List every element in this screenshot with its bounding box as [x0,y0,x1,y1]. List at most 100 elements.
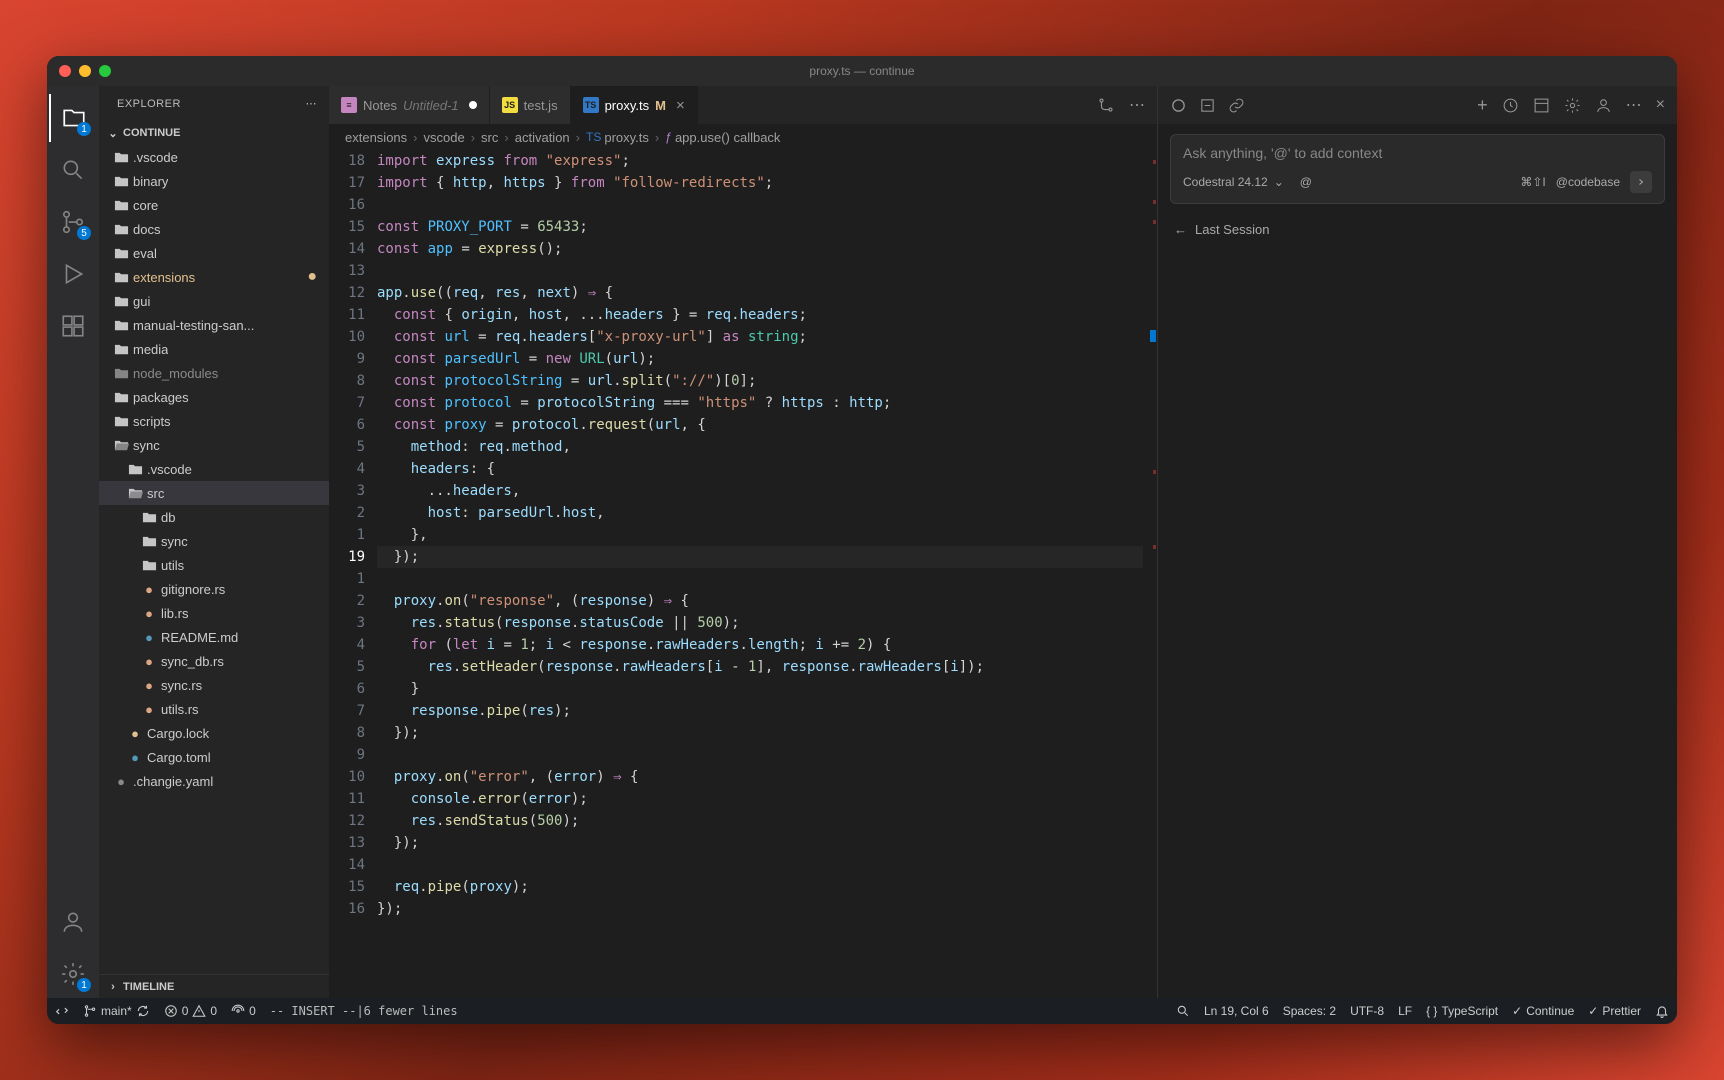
tree-item[interactable]: ●sync.rs [99,673,329,697]
tree-item[interactable]: ●lib.rs [99,601,329,625]
editor-tab[interactable]: ≡NotesUntitled-1 [329,86,490,124]
at-icon[interactable]: @ [1300,175,1312,189]
language-status[interactable]: { } TypeScript [1426,1004,1498,1018]
file-icon: ● [111,774,131,789]
settings-gear-icon[interactable]: 1 [49,950,97,998]
breadcrumb[interactable]: extensions›vscode›src›activation›TSproxy… [329,124,1157,150]
send-button[interactable] [1630,171,1652,193]
run-debug-activity-icon[interactable] [49,250,97,298]
minimize-window-button[interactable] [79,65,91,77]
panel-tab-icon[interactable] [1199,97,1216,114]
breadcrumb-segment[interactable]: vscode [424,130,465,145]
vim-mode-status: -- INSERT --|6 fewer lines [270,1004,458,1018]
editor-tab[interactable]: TSproxy.tsM× [571,86,698,124]
editor-tab[interactable]: JStest.js [490,86,571,124]
tree-item[interactable]: db [99,505,329,529]
tree-item[interactable]: gui [99,289,329,313]
tree-item[interactable]: sync [99,433,329,457]
minimap[interactable] [1143,150,1157,998]
tree-item[interactable]: docs [99,217,329,241]
tree-item[interactable]: eval [99,241,329,265]
breadcrumb-segment[interactable]: TSproxy.ts [586,130,649,145]
indentation-status[interactable]: Spaces: 2 [1283,1004,1336,1018]
tree-item[interactable]: ●sync_db.rs [99,649,329,673]
ports-status[interactable]: 0 [231,1004,256,1018]
editor[interactable]: 1817161514131211109876543211912345678910… [329,150,1157,998]
layout-icon[interactable] [1533,97,1550,114]
compare-changes-icon[interactable] [1097,96,1115,114]
breadcrumb-segment[interactable]: src [481,130,498,145]
error-icon [164,1004,178,1018]
tree-item[interactable]: src [99,481,329,505]
tree-item[interactable]: sync [99,529,329,553]
tree-item[interactable]: media [99,337,329,361]
tree-item[interactable]: utils [99,553,329,577]
tree-item[interactable]: node_modules [99,361,329,385]
git-branch-status[interactable]: main* [83,1004,150,1018]
code-content[interactable]: import express from "express";import { h… [377,150,1143,998]
maximize-window-button[interactable] [99,65,111,77]
tree-label: utils [161,558,184,573]
problems-status[interactable]: 0 0 [164,1004,217,1018]
tree-item[interactable]: packages [99,385,329,409]
chat-input[interactable]: Ask anything, '@' to add context Codestr… [1170,134,1665,204]
chevron-down-icon: ⌄ [1274,175,1284,189]
breadcrumb-segment[interactable]: ƒapp.use() callback [665,130,780,145]
eol-status[interactable]: LF [1398,1004,1412,1018]
prettier-status[interactable]: ✓ Prettier [1588,1004,1641,1018]
panel-account-icon[interactable] [1595,97,1612,114]
file-tree[interactable]: .vscodebinarycoredocsevalextensions●guim… [99,145,329,974]
status-bar: main* 0 0 0 -- INSERT --|6 fewer lines L… [47,998,1677,1024]
last-session-button[interactable]: ← Last Session [1158,214,1677,245]
close-window-button[interactable] [59,65,71,77]
folder-icon [125,462,145,477]
tree-item[interactable]: ●Cargo.lock [99,721,329,745]
warning-icon [192,1004,206,1018]
zoom-status[interactable] [1176,1004,1190,1018]
tree-label: .vscode [147,462,192,477]
sidebar-more-icon[interactable]: ⋯ [306,97,318,110]
source-control-activity-icon[interactable]: 5 [49,198,97,246]
timeline-section-header[interactable]: › TIMELINE [99,974,329,998]
cursor-position-status[interactable]: Ln 19, Col 6 [1204,1004,1269,1018]
chevron-down-icon: ⌄ [105,125,121,141]
encoding-status[interactable]: UTF-8 [1350,1004,1384,1018]
search-activity-icon[interactable] [49,146,97,194]
explorer-activity-icon[interactable]: 1 [49,94,97,142]
tree-item[interactable]: ●.changie.yaml [99,769,329,793]
tree-item[interactable]: .vscode [99,457,329,481]
history-icon[interactable] [1502,97,1519,114]
continue-status[interactable]: ✓ Continue [1512,1004,1574,1018]
panel-link-icon[interactable] [1228,97,1245,114]
panel-close-icon[interactable]: × [1656,96,1665,114]
tree-item[interactable]: ●README.md [99,625,329,649]
panel-more-icon[interactable]: ⋯ [1626,95,1642,115]
account-icon[interactable] [49,898,97,946]
tree-item[interactable]: extensions● [99,265,329,289]
tree-item[interactable]: .vscode [99,145,329,169]
panel-gear-icon[interactable] [1564,97,1581,114]
close-tab-icon[interactable]: × [676,97,685,114]
tree-item[interactable]: binary [99,169,329,193]
model-selector[interactable]: Codestral 24.12 ⌄ @ [1183,175,1312,189]
tree-item[interactable]: manual-testing-san... [99,313,329,337]
tree-item[interactable]: scripts [99,409,329,433]
file-icon: ● [139,654,159,669]
arrow-left-icon: ← [1174,222,1187,237]
extensions-activity-icon[interactable] [49,302,97,350]
notifications-icon[interactable] [1655,1004,1669,1018]
file-icon: ● [139,582,159,597]
remote-status[interactable] [55,1004,69,1018]
tree-item[interactable]: ●utils.rs [99,697,329,721]
project-section-header[interactable]: ⌄ CONTINUE [99,121,329,145]
codebase-context[interactable]: @codebase [1556,175,1620,189]
tree-item[interactable]: ●gitignore.rs [99,577,329,601]
breadcrumb-segment[interactable]: extensions [345,130,407,145]
editor-area: ≡NotesUntitled-1JStest.jsTSproxy.tsM× ⋯ … [329,86,1157,998]
new-chat-icon[interactable]: + [1477,95,1488,116]
tree-item[interactable]: core [99,193,329,217]
continue-logo-icon[interactable] [1170,97,1187,114]
tab-more-icon[interactable]: ⋯ [1129,95,1145,115]
tree-item[interactable]: ●Cargo.toml [99,745,329,769]
breadcrumb-segment[interactable]: activation [515,130,570,145]
